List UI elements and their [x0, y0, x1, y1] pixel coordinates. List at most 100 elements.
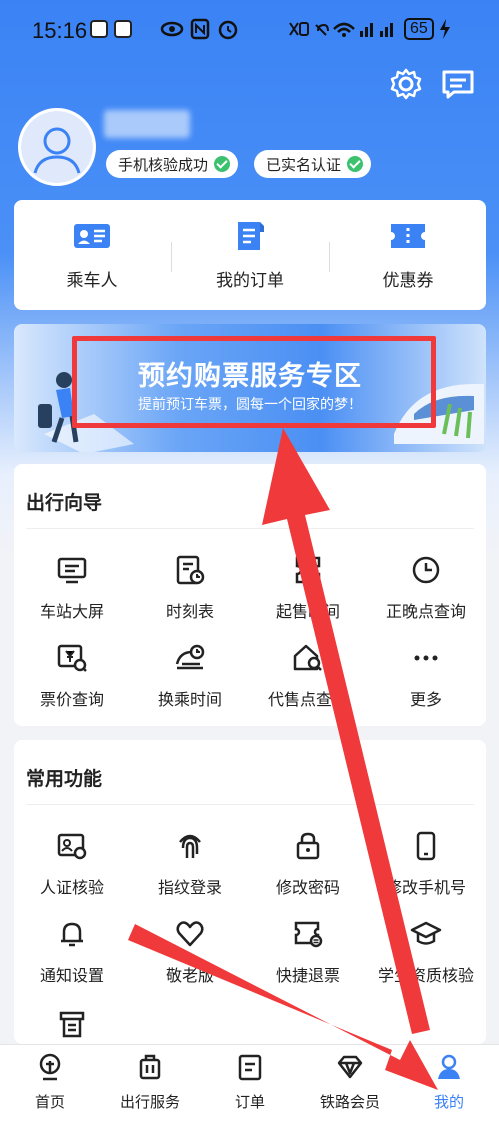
- divider: [329, 242, 330, 272]
- username-blurred: [104, 110, 190, 138]
- divider: [171, 242, 172, 272]
- nav-mine[interactable]: 我的: [399, 1053, 499, 1112]
- nav-label: 铁路会员: [319, 1093, 380, 1111]
- luggage-icon: [139, 1054, 161, 1080]
- grid-item-label: 更多: [409, 690, 442, 709]
- grid-item-fare-query[interactable]: 票价查询: [14, 642, 130, 710]
- app-notification-icon: [90, 20, 108, 38]
- common-functions-card: 常用功能 人证核验 指纹登录 修改密码 修改手机号 通知设置 敬老版 快捷退票 …: [14, 740, 486, 1044]
- bottom-navigation: 首页 出行服务 订单 铁路会员 我的: [0, 1044, 499, 1128]
- divider: [26, 528, 474, 529]
- badge-label: 已实名认证: [266, 155, 342, 174]
- nav-railway-member[interactable]: 铁路会员: [300, 1053, 400, 1112]
- status-right-icons: 65: [288, 17, 450, 41]
- shortcut-label: 我的订单: [216, 271, 284, 291]
- receipt-icon: [59, 1011, 85, 1038]
- grid-item-timetable[interactable]: 时刻表: [132, 554, 248, 622]
- grid-item-sale-time[interactable]: 起售时间: [250, 554, 366, 622]
- grid-item-label: 通知设置: [39, 966, 104, 985]
- fare-query-icon: [57, 644, 87, 672]
- grid-item-label: 敬老版: [165, 966, 214, 985]
- shortcut-card: 乘车人 我的订单 优惠券: [14, 200, 486, 310]
- order-document-icon: [238, 222, 264, 250]
- clock-icon: [412, 556, 440, 584]
- grid-item-transfer-time[interactable]: 换乘时间: [132, 642, 248, 710]
- grid-item-elderly-mode[interactable]: 敬老版: [132, 918, 248, 986]
- graduation-cap-icon: [410, 921, 442, 945]
- nav-label: 首页: [34, 1093, 65, 1111]
- shortcut-coupons[interactable]: 优惠券: [348, 220, 468, 291]
- user-icon: [438, 1054, 460, 1079]
- check-icon: [347, 156, 364, 172]
- grid-item-label: 修改密码: [275, 878, 340, 897]
- grid-item-label: 人证核验: [39, 878, 104, 897]
- phone-icon: [416, 831, 436, 861]
- eye-nfc-alarm-icons: [160, 18, 238, 40]
- grid-item-change-phone[interactable]: 修改手机号: [368, 830, 484, 898]
- grid-item-label: 快捷退票: [275, 966, 340, 985]
- diamond-icon: [337, 1055, 363, 1079]
- default-avatar-icon: [21, 111, 93, 183]
- grid-item-label: 时刻表: [165, 602, 214, 621]
- order-list-icon: [238, 1054, 262, 1081]
- settings-icon[interactable]: [388, 66, 424, 102]
- shortcut-orders[interactable]: 我的订单: [190, 220, 310, 291]
- nav-travel-service[interactable]: 出行服务: [100, 1053, 200, 1112]
- grid-item-quick-refund[interactable]: 快捷退票: [250, 918, 366, 986]
- annotation-highlight-box: [72, 336, 436, 428]
- grid-item-label: 正晚点查询: [385, 602, 466, 621]
- travel-guide-card: 出行向导 车站大屏 时刻表 起售时间 正晚点查询 票价查询 换乘时间 代售点查询…: [14, 464, 486, 726]
- grid-item-more[interactable]: 更多: [368, 642, 484, 710]
- grid-item-partial[interactable]: [14, 1008, 130, 1044]
- grid-item-label: 起售时间: [275, 602, 340, 621]
- grid-item-agency-query[interactable]: 代售点查询: [250, 642, 366, 710]
- heart-icon: [176, 921, 204, 947]
- section-title: 出行向导: [26, 492, 103, 514]
- badge-label: 手机核验成功: [118, 155, 209, 174]
- grid-item-label: 指纹登录: [157, 878, 222, 897]
- id-verify-icon: [57, 833, 87, 860]
- passenger-card-icon: [74, 224, 110, 248]
- notification-icons: [90, 20, 132, 38]
- avatar[interactable]: [18, 108, 96, 186]
- shortcut-label: 优惠券: [382, 271, 434, 291]
- phone-verified-badge: 手机核验成功: [106, 150, 239, 178]
- grid-item-label: 代售点查询: [267, 690, 348, 709]
- section-title: 常用功能: [26, 768, 103, 790]
- more-dots-icon: [414, 655, 438, 661]
- check-icon: [214, 156, 231, 172]
- lock-icon: [296, 832, 320, 860]
- status-bar: 15:16 65: [0, 0, 499, 60]
- grid-item-label: 车站大屏: [39, 602, 104, 621]
- grid-item-id-verify[interactable]: 人证核验: [14, 830, 130, 898]
- grid-item-label: 修改手机号: [385, 878, 466, 897]
- sale-time-icon: [295, 556, 321, 584]
- nav-home[interactable]: 首页: [0, 1053, 100, 1112]
- grid-item-station-screen[interactable]: 车站大屏: [14, 554, 130, 622]
- shortcut-passenger[interactable]: 乘车人: [32, 220, 152, 291]
- grid-item-delay-query[interactable]: 正晚点查询: [368, 554, 484, 622]
- divider: [26, 804, 474, 805]
- fingerprint-icon: [179, 834, 201, 858]
- grid-item-label: 票价查询: [39, 690, 104, 709]
- grid-item-student-verify[interactable]: 学生资质核验: [368, 918, 484, 986]
- grid-item-notification-settings[interactable]: 通知设置: [14, 918, 130, 986]
- realname-verified-badge: 已实名认证: [254, 150, 372, 178]
- shortcut-label: 乘车人: [66, 271, 118, 291]
- refund-ticket-icon: [294, 921, 323, 948]
- charging-icon: [439, 19, 450, 39]
- battery-indicator: 65: [404, 18, 434, 40]
- message-icon[interactable]: [440, 66, 476, 102]
- grid-item-change-password[interactable]: 修改密码: [250, 830, 366, 898]
- transfer-time-icon: [175, 644, 205, 670]
- nav-label: 订单: [234, 1093, 265, 1111]
- status-mid-icons: [160, 17, 250, 47]
- signal-wifi-icons: [289, 22, 393, 37]
- status-time: 15:16: [32, 18, 88, 43]
- app-notification-icon: [114, 20, 132, 38]
- coupon-icon: [391, 224, 425, 248]
- nav-label: 出行服务: [119, 1093, 180, 1111]
- bell-icon: [61, 922, 83, 947]
- grid-item-fingerprint[interactable]: 指纹登录: [132, 830, 248, 898]
- nav-orders[interactable]: 订单: [200, 1053, 300, 1112]
